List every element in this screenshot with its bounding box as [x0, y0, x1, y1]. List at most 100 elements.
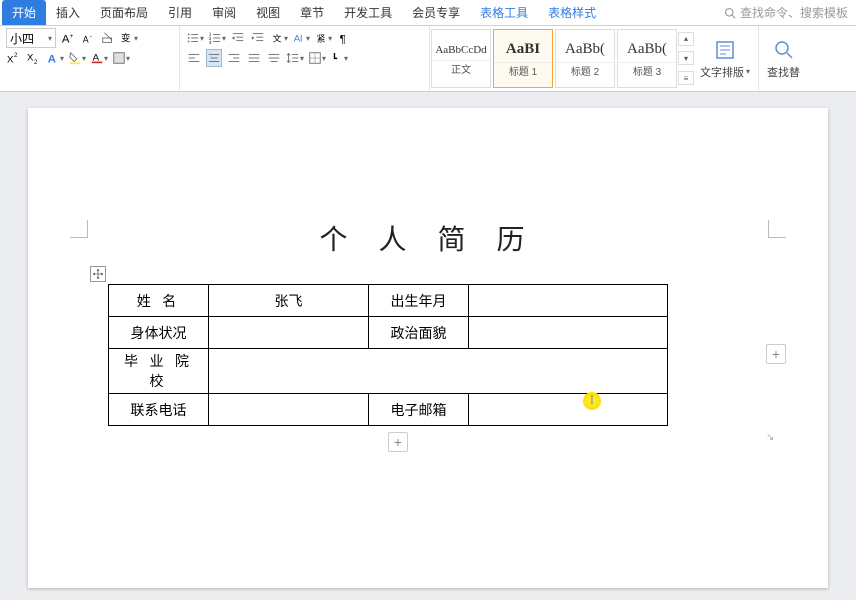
clear-format-button[interactable] — [100, 29, 116, 47]
style-h2-preview: AaBb( — [565, 37, 605, 62]
svg-text:紧: 紧 — [317, 34, 326, 44]
add-column-button[interactable]: + — [766, 344, 786, 364]
svg-text:文: 文 — [273, 33, 282, 44]
tab-insert[interactable]: 插入 — [46, 0, 90, 25]
svg-text:X: X — [7, 54, 14, 65]
style-heading3[interactable]: AaBb( 标题 3 — [617, 29, 677, 88]
cell-school-value[interactable] — [209, 349, 668, 394]
align-center-button[interactable] — [206, 49, 222, 67]
cell-political-label[interactable]: 政治面貌 — [369, 317, 469, 349]
tab-pagelayout[interactable]: 页面布局 — [90, 0, 158, 25]
svg-text:变: 变 — [121, 33, 131, 45]
table-row: 毕 业 院 校 — [109, 349, 668, 394]
font-color-button[interactable]: A▾ — [90, 49, 108, 67]
font-size-select[interactable]: 小四▾ — [6, 28, 56, 48]
shading-button[interactable]: ▾ — [112, 49, 130, 67]
text-direction-button[interactable]: 文▾ — [270, 29, 288, 47]
bullet-list-button[interactable]: ▾ — [186, 29, 204, 47]
tab-view[interactable]: 视图 — [246, 0, 290, 25]
cell-email-value[interactable] — [469, 394, 668, 426]
snap-button[interactable]: Al▾ — [292, 29, 310, 47]
tab-chapter[interactable]: 章节 — [290, 0, 334, 25]
style-h2-label: 标题 2 — [556, 62, 614, 80]
tab-stops-button[interactable]: ┗▾ — [330, 49, 348, 67]
style-heading1[interactable]: AaBI 标题 1 — [493, 29, 553, 88]
tab-references[interactable]: 引用 — [158, 0, 202, 25]
svg-text:Al: Al — [294, 34, 303, 45]
style-body[interactable]: AaBbCcDd 正文 — [431, 29, 491, 88]
decrease-indent-button[interactable] — [230, 29, 246, 47]
document-title[interactable]: 个 人 简 历 — [98, 218, 758, 258]
command-search[interactable]: 查找命令、搜索模板 — [724, 4, 856, 21]
svg-text:2: 2 — [34, 59, 38, 65]
font-size-value: 小四 — [10, 30, 34, 47]
table-resize-handle[interactable] — [766, 432, 778, 444]
margin-corner-tr — [768, 220, 786, 238]
style-body-preview: AaBbCcDd — [435, 40, 486, 60]
text-layout-icon — [713, 38, 737, 62]
add-row-button[interactable]: + — [388, 432, 408, 452]
borders-button[interactable]: ▾ — [308, 49, 326, 67]
svg-text:┗: ┗ — [332, 53, 338, 64]
style-h3-label: 标题 3 — [618, 62, 676, 80]
document-viewport[interactable]: 个 人 简 历 姓 名 张飞 出生年月 身体状况 政治面貌 — [0, 92, 856, 600]
table-move-handle[interactable] — [90, 266, 106, 282]
cell-email-label[interactable]: 电子邮箱 — [369, 394, 469, 426]
text-layout-label: 文字排版 — [700, 64, 744, 80]
tight-button[interactable]: 紧▾ — [314, 29, 332, 47]
svg-text:-: - — [90, 33, 92, 40]
number-list-button[interactable]: 123▾ — [208, 29, 226, 47]
tab-member[interactable]: 会员专享 — [402, 0, 470, 25]
superscript-button[interactable]: X2 — [6, 49, 22, 67]
svg-text:3: 3 — [209, 40, 212, 45]
paragraph-group: ▾ 123▾ 文▾ Al▾ 紧▾ ¶ ▾ ▾ ┗▾ — [180, 26, 430, 91]
style-h1-preview: AaBI — [506, 37, 540, 62]
cell-name-label[interactable]: 姓 名 — [109, 285, 209, 317]
svg-text:¶: ¶ — [340, 33, 346, 45]
shrink-font-button[interactable]: A- — [80, 29, 96, 47]
svg-text:X: X — [27, 53, 34, 64]
align-left-button[interactable] — [186, 49, 202, 67]
svg-text:A: A — [83, 34, 89, 44]
page: 个 人 简 历 姓 名 张飞 出生年月 身体状况 政治面貌 — [28, 108, 828, 588]
cell-political-value[interactable] — [469, 317, 668, 349]
cell-school-label[interactable]: 毕 业 院 校 — [109, 349, 209, 394]
align-distribute-button[interactable] — [266, 49, 282, 67]
find-replace-menu[interactable]: 查找替 — [759, 26, 808, 91]
text-effects-button[interactable]: A▾ — [46, 49, 64, 67]
increase-indent-button[interactable] — [250, 29, 266, 47]
style-heading2[interactable]: AaBb( 标题 2 — [555, 29, 615, 88]
cell-birth-label[interactable]: 出生年月 — [369, 285, 469, 317]
highlight-button[interactable]: ▾ — [68, 49, 86, 67]
search-placeholder: 查找命令、搜索模板 — [740, 4, 848, 21]
search-icon — [724, 7, 736, 19]
cell-health-label[interactable]: 身体状况 — [109, 317, 209, 349]
cell-health-value[interactable] — [209, 317, 369, 349]
text-layout-menu[interactable]: 文字排版▾ — [692, 26, 759, 91]
table-row: 身体状况 政治面貌 — [109, 317, 668, 349]
styles-gallery: AaBbCcDd 正文 AaBI 标题 1 AaBb( 标题 2 AaBb( 标… — [430, 26, 692, 91]
cell-phone-label[interactable]: 联系电话 — [109, 394, 209, 426]
line-spacing-button[interactable]: ▾ — [286, 49, 304, 67]
change-case-button[interactable]: 变▾ — [120, 29, 138, 47]
align-right-button[interactable] — [226, 49, 242, 67]
show-marks-button[interactable]: ¶ — [336, 29, 352, 47]
tab-tablestyle[interactable]: 表格样式 — [538, 0, 606, 25]
cell-birth-value[interactable] — [469, 285, 668, 317]
tab-tabletools[interactable]: 表格工具 — [470, 0, 538, 25]
subscript-button[interactable]: X2 — [26, 49, 42, 67]
align-justify-button[interactable] — [246, 49, 262, 67]
ribbon: 小四▾ A+ A- 变▾ X2 X2 A▾ ▾ A▾ ▾ ▾ 123▾ 文▾ A… — [0, 26, 856, 92]
tab-start[interactable]: 开始 — [2, 0, 46, 25]
tab-review[interactable]: 审阅 — [202, 0, 246, 25]
cell-name-value[interactable]: 张飞 — [209, 285, 369, 317]
move-icon — [93, 269, 103, 279]
table-row: 姓 名 张飞 出生年月 — [109, 285, 668, 317]
resume-table-wrap: 姓 名 张飞 出生年月 身体状况 政治面貌 毕 业 院 校 联系电话 — [108, 284, 758, 426]
style-scroll: ▴ ▾ ≡ — [678, 26, 692, 91]
tab-devtools[interactable]: 开发工具 — [334, 0, 402, 25]
cell-phone-value[interactable] — [209, 394, 369, 426]
text-cursor-indicator — [583, 392, 601, 410]
svg-text:A: A — [62, 33, 70, 45]
grow-font-button[interactable]: A+ — [60, 29, 76, 47]
